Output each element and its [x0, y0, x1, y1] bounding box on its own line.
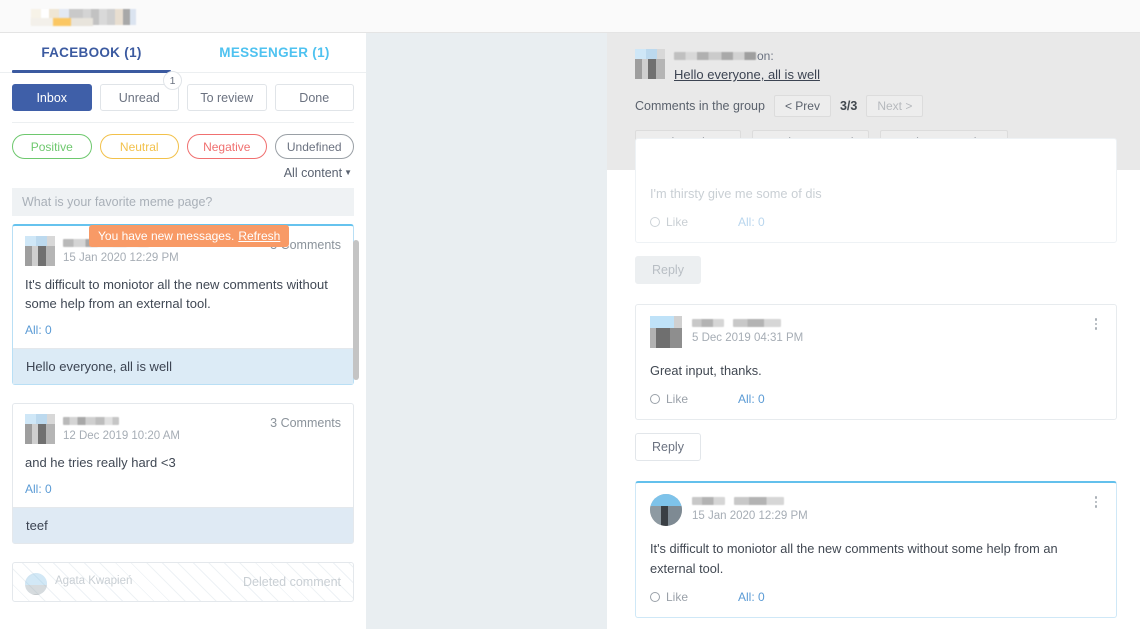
post-all-count[interactable]: All: 0 — [13, 314, 353, 348]
comment-all-count[interactable]: All: 0 — [738, 590, 765, 604]
comment-timestamp: 15 Jan 2020 12:29 PM — [692, 510, 808, 523]
comment-thread: I'm thirsty give me some of dis Like All… — [607, 138, 1140, 629]
reply-button[interactable]: Reply — [635, 256, 701, 285]
comment-timestamp: 5 Dec 2019 04:31 PM — [692, 332, 804, 345]
left-panel-scrollbar[interactable] — [353, 33, 363, 629]
comment-meta: 5 Dec 2019 04:31 PM — [692, 316, 803, 348]
comment-header: 15 Jan 2020 12:29 PM — [636, 483, 1116, 527]
list-item[interactable]: Agata Kwapień Deleted comment — [12, 561, 354, 602]
author-name-redacted — [63, 416, 119, 425]
comment-card[interactable]: 5 Dec 2019 04:31 PM Great input, thanks.… — [635, 304, 1117, 421]
kebab-menu-icon[interactable] — [1090, 496, 1102, 508]
next-comment-button[interactable]: Next > — [866, 95, 924, 117]
status-filter-done[interactable]: Done — [274, 84, 354, 111]
chevron-down-icon: ▼ — [344, 168, 352, 177]
left-inbox-panel: FACEBOOK (1) MESSENGER (1) Inbox Unread … — [0, 33, 366, 629]
comment-card[interactable]: I'm thirsty give me some of dis Like All… — [635, 138, 1117, 244]
status-filter-to-review[interactable]: To review — [187, 84, 267, 111]
comment-all-count[interactable]: All: 0 — [738, 392, 765, 406]
post-card-meta: 12 Dec 2019 10:20 AM — [63, 414, 270, 444]
comment-body: Great input, thanks. — [650, 363, 762, 379]
comment-body: It's difficult to moniotor all the new c… — [650, 541, 1058, 576]
post-card-meta: Agata Kwapień — [55, 573, 243, 595]
post-author-name: Agata Kwapień — [55, 574, 133, 587]
author-name-redacted — [692, 497, 808, 506]
comment-footer: Like All: 0 — [636, 578, 1116, 617]
sentiment-filter-neutral[interactable]: Neutral — [99, 134, 179, 159]
sentiment-filter-negative[interactable]: Negative — [187, 134, 267, 159]
toast-text: You have new messages. — [98, 229, 235, 243]
list-item[interactable]: 12 Dec 2019 10:20 AM 3 Comments and he t… — [12, 402, 354, 549]
conversation-pagination: Comments in the group < Prev 3/3 Next > — [607, 82, 1140, 117]
avatar — [650, 316, 682, 349]
channel-tabs: FACEBOOK (1) MESSENGER (1) — [0, 33, 366, 73]
post-feed: 15 Jan 2020 12:29 PM 3 Comments It's dif… — [0, 224, 366, 602]
status-filter-inbox[interactable]: Inbox — [12, 84, 92, 111]
conversation-post-meta: on: Hello everyone, all is well — [674, 49, 820, 82]
right-conversation-panel: on: Hello everyone, all is well Comments… — [607, 33, 1140, 629]
sentiment-filter-undefined[interactable]: Undefined — [274, 134, 354, 159]
author-name-redacted — [674, 52, 756, 60]
comment-footer: Like All: 0 — [636, 380, 1116, 419]
like-button[interactable]: Like — [650, 590, 688, 604]
left-panel-scrollbar-thumb[interactable] — [353, 240, 359, 380]
like-label: Like — [666, 392, 689, 407]
pagination-counter: 3/3 — [839, 99, 858, 113]
post-deleted-label: Deleted comment — [243, 574, 341, 589]
on-label: on: — [757, 49, 774, 63]
post-question-bar: What is your favorite meme page? — [12, 188, 354, 216]
comment-footer: Like All: 0 — [636, 203, 1116, 242]
post-card-header: 12 Dec 2019 10:20 AM 3 Comments — [13, 404, 353, 444]
post-timestamp: 15 Jan 2020 12:29 PM — [63, 252, 179, 264]
sentiment-filter-positive[interactable]: Positive — [12, 134, 92, 159]
conversation-post-ref: on: Hello everyone, all is well — [607, 49, 1140, 82]
browser-top-bar — [0, 0, 1140, 33]
content-type-dropdown[interactable]: All content ▼ — [0, 163, 366, 180]
list-item[interactable]: 15 Jan 2020 12:29 PM 3 Comments It's dif… — [12, 224, 354, 390]
new-messages-toast: You have new messages. Refresh — [89, 225, 290, 247]
redacted-address-bar-secondary — [31, 18, 93, 26]
avatar — [25, 572, 47, 595]
like-label: Like — [666, 589, 689, 604]
post-comments-count: 3 Comments — [270, 415, 341, 430]
like-label: Like — [666, 215, 689, 230]
post-question-text: What is your favorite meme page? — [22, 195, 213, 209]
like-button[interactable]: Like — [650, 392, 688, 406]
pagination-label: Comments in the group — [635, 99, 765, 113]
tab-facebook[interactable]: FACEBOOK (1) — [0, 33, 183, 73]
comment-body: I'm thirsty give me some of dis — [650, 186, 822, 201]
post-card-header: Agata Kwapień Deleted comment — [13, 563, 353, 595]
conversation-post-title[interactable]: Hello everyone, all is well — [674, 67, 820, 82]
status-filter-group: Inbox Unread To review Done 1 — [0, 71, 366, 122]
author-name-redacted — [692, 319, 803, 328]
post-timestamp: 12 Dec 2019 10:20 AM — [63, 429, 180, 442]
like-button[interactable]: Like — [650, 215, 688, 229]
toast-refresh-link[interactable]: Refresh — [238, 229, 280, 243]
post-body: and he tries really hard <3 — [25, 454, 176, 470]
avatar — [25, 413, 55, 444]
like-icon — [650, 217, 660, 228]
comment-meta: 15 Jan 2020 12:29 PM — [692, 494, 808, 526]
comment-all-count[interactable]: All: 0 — [738, 215, 765, 229]
post-footer-comment: Hello everyone, all is well — [13, 347, 353, 384]
reply-button[interactable]: Reply — [635, 433, 701, 462]
like-icon — [650, 591, 660, 602]
tab-messenger[interactable]: MESSENGER (1) — [183, 33, 366, 72]
kebab-menu-icon[interactable] — [1090, 318, 1102, 330]
like-icon — [650, 394, 660, 405]
sentiment-filter-group: Positive Neutral Negative Undefined — [0, 123, 366, 163]
unread-count-badge: 1 — [163, 71, 182, 90]
post-footer-comment: teef — [13, 506, 353, 543]
comment-header: 5 Dec 2019 04:31 PM — [636, 305, 1116, 349]
avatar — [650, 494, 682, 527]
prev-comment-button[interactable]: < Prev — [773, 95, 831, 117]
post-body: It's difficult to moniotor all the new c… — [25, 277, 328, 311]
conversation-author-line: on: — [674, 49, 820, 63]
avatar — [635, 49, 665, 79]
post-all-count[interactable]: All: 0 — [13, 473, 353, 507]
center-gap — [366, 33, 607, 629]
content-type-label: All content — [283, 166, 343, 180]
avatar — [25, 236, 55, 266]
comment-card[interactable]: 15 Jan 2020 12:29 PM It's difficult to m… — [635, 481, 1117, 618]
